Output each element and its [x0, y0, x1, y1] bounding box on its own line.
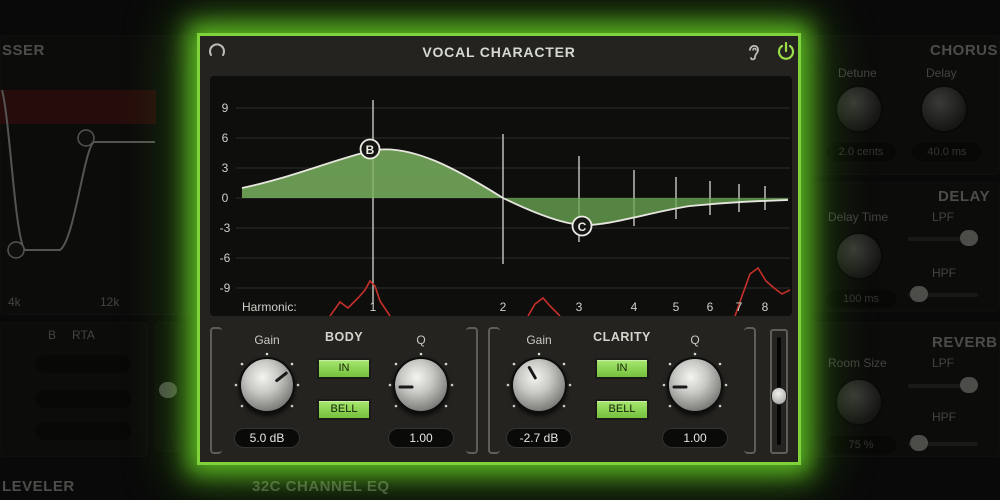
body-gain-value[interactable]: 5.0 dB — [234, 428, 300, 448]
clarity-q-value[interactable]: 1.00 — [662, 428, 728, 448]
reverb-room-size-label: Room Size — [828, 356, 887, 370]
clarity-gain-label: Gain — [526, 333, 552, 347]
clarity-shape-button[interactable]: BELL — [595, 399, 649, 420]
chorus-delay-label: Delay — [926, 66, 957, 80]
clarity-title: CLARITY — [593, 330, 651, 344]
eq-node-c[interactable]: C — [571, 215, 593, 237]
reverb-hpf-label: HPF — [932, 410, 956, 424]
reverb-title: REVERB — [932, 334, 998, 351]
reverb-lpf-thumb[interactable] — [960, 377, 978, 393]
chorus-detune-knob[interactable] — [835, 85, 883, 133]
output-fader[interactable] — [766, 329, 792, 454]
plugin-title: VOCAL CHARACTER — [422, 44, 576, 60]
delay-hpf-label: HPF — [932, 266, 956, 280]
reverb-hpf-thumb[interactable] — [910, 435, 928, 451]
rta-setting-3[interactable] — [36, 422, 131, 440]
channel-eq-title: 32C CHANNEL EQ — [252, 478, 390, 495]
delay-time-value: 100 ms — [826, 290, 896, 308]
harmonic-number-6: 6 — [707, 300, 714, 314]
eq-display[interactable]: 9 6 3 0 -3 -6 -9 Harmonic: 1 2 3 4 5 6 7… — [210, 76, 792, 316]
rta-label: RTA — [72, 328, 95, 342]
body-q-label: Q — [416, 333, 426, 347]
delay-lpf-label: LPF — [932, 210, 955, 224]
delay-time-label: Delay Time — [828, 210, 889, 224]
rta-setting-2[interactable] — [36, 390, 131, 408]
left-fader-thumb[interactable] — [159, 382, 177, 398]
plugin-host-window: SSER 4k 12k B RTA LEVELER 32C CHANNEL EQ… — [0, 0, 1000, 500]
harmonic-number-7: 7 — [736, 300, 743, 314]
deesser-freq-label-4k: 4k — [8, 295, 21, 309]
y-axis-label-minus-3: -3 — [220, 221, 231, 235]
rta-setting-1[interactable] — [36, 355, 131, 373]
harmonic-number-2: 2 — [500, 300, 507, 314]
harmonic-number-8: 8 — [762, 300, 769, 314]
chorus-title: CHORUS — [930, 42, 999, 59]
delay-time-knob[interactable] — [835, 232, 883, 280]
eq-node-b-label: B — [366, 143, 375, 157]
rta-led: B — [48, 328, 57, 342]
body-gain-knob[interactable] — [239, 357, 295, 413]
delay-title: DELAY — [938, 188, 990, 205]
clarity-q-label: Q — [690, 333, 700, 347]
ear-icon[interactable] — [746, 42, 762, 62]
y-axis-label-9: 9 — [222, 101, 229, 115]
clarity-section: Gain CLARITY Q -2.7 dB IN BELL 1.00 — [488, 327, 756, 454]
harmonic-number-4: 4 — [631, 300, 638, 314]
chorus-detune-label: Detune — [838, 66, 877, 80]
clarity-q-knob[interactable] — [667, 357, 723, 413]
eq-node-c-label: C — [578, 220, 587, 234]
chorus-delay-value: 40.0 ms — [912, 143, 982, 161]
body-in-button[interactable]: IN — [317, 358, 371, 379]
body-bracket-right — [466, 327, 478, 454]
delay-hpf-thumb[interactable] — [910, 286, 928, 302]
body-title: BODY — [324, 330, 364, 344]
reverb-lpf-label: LPF — [932, 356, 955, 370]
clarity-gain-value[interactable]: -2.7 dB — [506, 428, 572, 448]
eq-graph: 9 6 3 0 -3 -6 -9 Harmonic: 1 2 3 4 5 6 7… — [220, 100, 791, 316]
clarity-bracket-right — [744, 327, 756, 454]
leveler-title: LEVELER — [2, 478, 75, 495]
clarity-bracket-left — [488, 327, 500, 454]
body-q-knob[interactable] — [393, 357, 449, 413]
body-shape-button[interactable]: BELL — [317, 399, 371, 420]
harmonic-number-1: 1 — [370, 300, 377, 314]
y-axis-label-0: 0 — [222, 191, 229, 205]
harmonic-number-3: 3 — [576, 300, 583, 314]
delay-lpf-thumb[interactable] — [960, 230, 978, 246]
y-axis-label-3: 3 — [222, 161, 229, 175]
y-axis-label-6: 6 — [222, 131, 229, 145]
vocal-character-plugin: VOCAL CHARACTER 9 6 3 0 -3 -6 -9 Harmoni… — [197, 33, 801, 465]
chorus-detune-value: 2.0 cents — [826, 143, 896, 161]
reverb-room-size-value: 75 % — [826, 436, 896, 454]
body-bracket-left — [210, 327, 222, 454]
y-axis-label-minus-6: -6 — [220, 251, 231, 265]
body-gain-label: Gain — [254, 333, 280, 347]
deesser-title: SSER — [2, 42, 45, 59]
deesser-freq-label-12k: 12k — [100, 295, 120, 309]
body-q-value[interactable]: 1.00 — [388, 428, 454, 448]
deesser-curve — [1, 89, 155, 259]
eq-node-b[interactable]: B — [359, 138, 381, 160]
chorus-delay-knob[interactable] — [920, 85, 968, 133]
body-section: Gain BODY Q 5.0 dB IN BELL 1.00 — [210, 327, 478, 454]
power-icon[interactable] — [776, 41, 796, 61]
y-axis-label-minus-9: -9 — [220, 281, 231, 295]
rta-trace — [329, 266, 791, 316]
clarity-in-button[interactable]: IN — [595, 358, 649, 379]
harmonic-label: Harmonic: — [242, 300, 297, 314]
clarity-gain-knob[interactable] — [511, 357, 567, 413]
reverb-room-size-knob[interactable] — [835, 378, 883, 426]
harmonic-number-5: 5 — [673, 300, 680, 314]
